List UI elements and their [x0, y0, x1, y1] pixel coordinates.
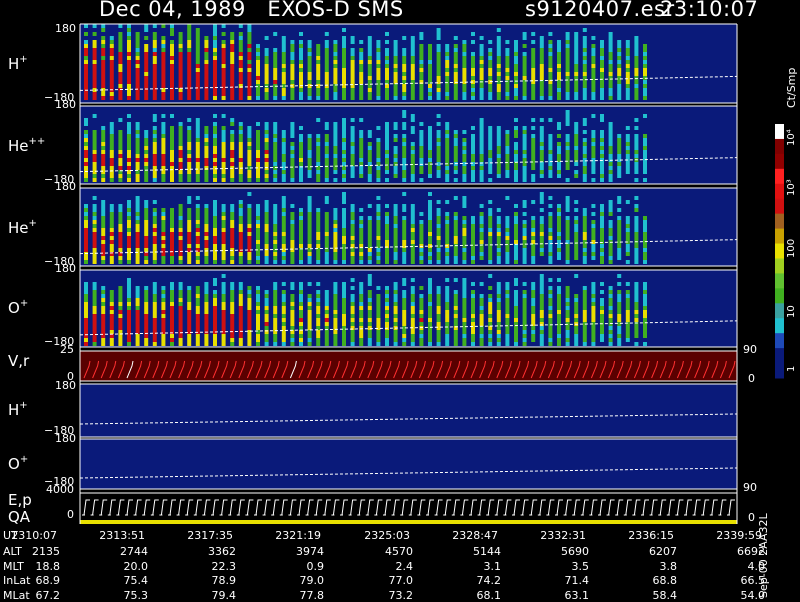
- footer-cell: 3974: [296, 545, 324, 558]
- footer-cell: 71.4: [564, 574, 590, 587]
- footer-cell: 3362: [208, 545, 236, 558]
- footer-cell: 68.9: [35, 574, 61, 587]
- footer-cell: 4570: [385, 545, 413, 558]
- colorbar-swatch: [775, 303, 784, 319]
- footer-cell: 5144: [473, 545, 501, 558]
- footer-cell: 2313:51: [99, 529, 145, 542]
- footer-cell: 5690: [561, 545, 589, 558]
- footer-cell: 54.0: [740, 589, 766, 602]
- footer-cell: 67.2: [35, 589, 61, 602]
- footer-cell: 75.4: [123, 574, 149, 587]
- colorbar-swatch: [775, 333, 784, 349]
- footer-cell: 2317:35: [187, 529, 233, 542]
- footer-cell: 3.1: [483, 560, 502, 573]
- colorbar-swatch: [775, 183, 784, 200]
- footer-cell: 68.1: [476, 589, 502, 602]
- colorbar-swatch: [775, 198, 784, 215]
- footer-cell: 77.8: [299, 589, 325, 602]
- colorbar-swatch: [775, 348, 784, 364]
- footer-cell: 2325:03: [364, 529, 410, 542]
- colorbar-swatch: [775, 243, 784, 259]
- colorbar-tick-10000: 10⁴: [786, 129, 797, 146]
- colorbar-swatch: [775, 213, 784, 230]
- colorbar-swatch: [775, 363, 784, 379]
- footer-cell: 2321:19: [275, 529, 321, 542]
- footer-cell: 2332:31: [540, 529, 586, 542]
- footer-cell: 2339:59: [716, 529, 762, 542]
- footer-cell: 6207: [649, 545, 677, 558]
- footer-cell: 6692: [737, 545, 765, 558]
- version-label: Sep-00 2AA32L: [757, 513, 770, 598]
- footer-cell: 58.4: [652, 589, 678, 602]
- colorbar-swatch: [775, 258, 784, 274]
- colorbar-tick-10: 10: [786, 305, 797, 318]
- footer-cell: 4.0: [747, 560, 766, 573]
- footer-cell: 79.4: [211, 589, 237, 602]
- footer-cell: 2310:07: [11, 529, 57, 542]
- colorbar-tick-1000: 10³: [786, 179, 797, 196]
- colorbar-swatch: [775, 124, 784, 140]
- colorbar: [775, 124, 784, 379]
- footer-cell: 18.8: [35, 560, 61, 573]
- colorbar-swatch: [775, 228, 784, 245]
- footer-cell: 68.8: [652, 574, 678, 587]
- footer-cell: 3.5: [571, 560, 590, 573]
- footer-cell: 63.1: [564, 589, 590, 602]
- footer-cell: 2744: [120, 545, 148, 558]
- colorbar-swatch: [775, 273, 784, 289]
- colorbar-swatch: [775, 288, 784, 304]
- footer-cell: 79.0: [299, 574, 325, 587]
- colorbar-swatch: [775, 168, 784, 185]
- footer-cell: 66.5: [740, 574, 766, 587]
- colorbar-swatch: [775, 138, 784, 155]
- footer-cell: 73.2: [388, 589, 414, 602]
- footer-cell: 74.2: [476, 574, 502, 587]
- footer-cell: 22.3: [211, 560, 237, 573]
- footer-cell: 2328:47: [452, 529, 498, 542]
- footer-cell: 78.9: [211, 574, 237, 587]
- footer-cell: 75.3: [123, 589, 149, 602]
- colorbar-tick-100: 100: [786, 238, 797, 258]
- footer-cell: 2336:15: [628, 529, 674, 542]
- colorbar-swatch: [775, 153, 784, 170]
- footer-cell: 2.4: [395, 560, 414, 573]
- footer-cell: 77.0: [388, 574, 414, 587]
- footer-cell: 3.8: [659, 560, 678, 573]
- colorbar-tick-1: 1: [786, 365, 797, 372]
- colorbar-swatch: [775, 318, 784, 334]
- footer-cell: 2135: [32, 545, 60, 558]
- footer-cell: 0.9: [306, 560, 325, 573]
- footer-cell: 20.0: [123, 560, 149, 573]
